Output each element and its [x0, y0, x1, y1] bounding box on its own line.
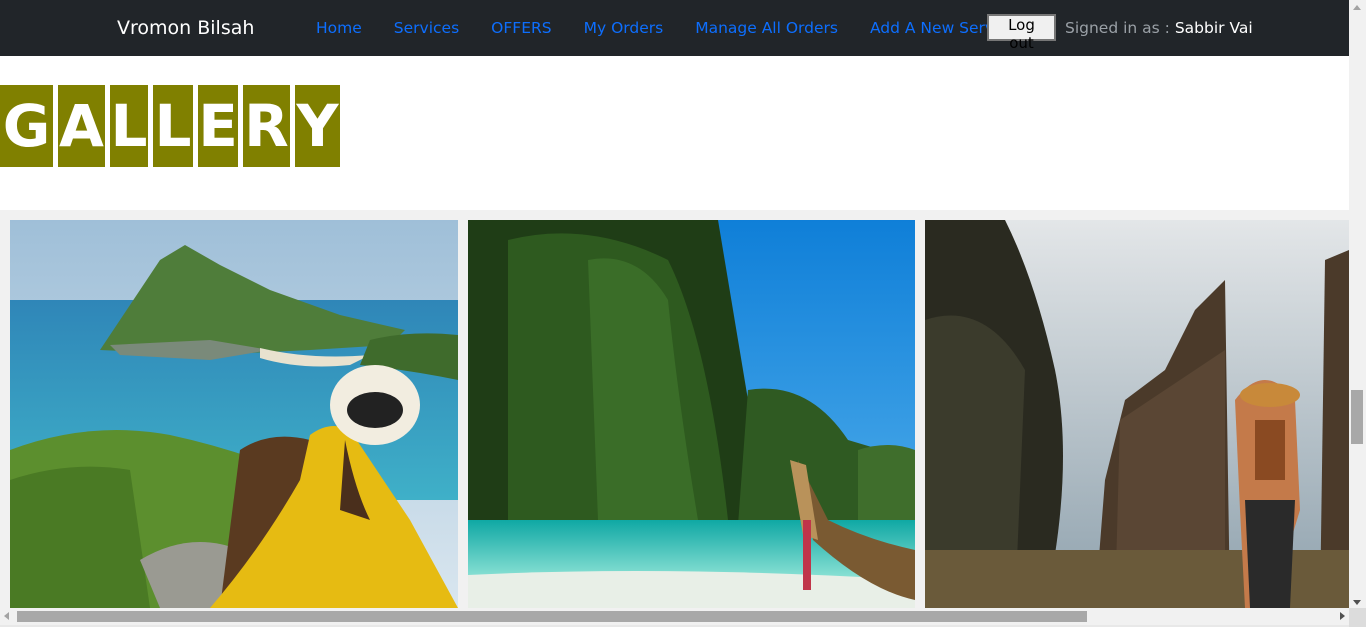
nav-link-manage-all-orders[interactable]: Manage All Orders [679, 17, 854, 39]
temple-gate-photo-image [925, 220, 1349, 608]
brand-logo[interactable]: Vromon Bilsah [117, 15, 254, 41]
gallery-letter: L [110, 85, 148, 167]
scroll-right-arrow-icon[interactable] [1340, 612, 1345, 620]
gallery-letter: R [243, 85, 290, 167]
nav-link-services[interactable]: Services [378, 17, 475, 39]
gallery-letter: L [153, 85, 193, 167]
scroll-down-arrow-icon[interactable] [1353, 600, 1361, 605]
scrollbar-corner [1349, 608, 1366, 627]
user-name: Sabbir Vai [1174, 19, 1253, 37]
gallery-photo-cliff-beach[interactable] [468, 220, 915, 608]
nav-link-my-orders[interactable]: My Orders [568, 17, 680, 39]
gallery-heading: G A L L E R Y [0, 85, 345, 167]
scroll-left-arrow-icon[interactable] [4, 612, 9, 620]
nav-link-offers[interactable]: OFFERS [475, 17, 567, 39]
horizontal-scrollbar[interactable] [0, 608, 1349, 625]
scroll-up-arrow-icon[interactable] [1353, 5, 1361, 10]
gallery-letter: Y [295, 85, 340, 167]
gallery-letter: G [0, 85, 53, 167]
vertical-scroll-thumb[interactable] [1351, 390, 1363, 444]
signed-in-status: Signed in as : Sabbir Vai [1065, 17, 1253, 39]
top-navbar: Vromon Bilsah Home Services OFFERS My Or… [0, 0, 1349, 56]
horizontal-scroll-thumb[interactable] [17, 611, 1087, 622]
gallery-grid [0, 210, 1349, 608]
vertical-scrollbar[interactable] [1349, 0, 1366, 610]
gallery-photo-island[interactable] [10, 220, 458, 608]
signed-in-label: Signed in as : [1065, 19, 1175, 37]
island-photo-image [10, 220, 458, 608]
gallery-letter: A [58, 85, 105, 167]
gallery-photo-temple-gate[interactable] [925, 220, 1349, 608]
nav-links: Home Services OFFERS My Orders Manage Al… [300, 17, 1032, 39]
nav-link-home[interactable]: Home [300, 17, 378, 39]
cliff-beach-photo-image [468, 220, 915, 608]
logout-button[interactable]: Log out [987, 14, 1056, 52]
gallery-letter: E [198, 85, 238, 167]
